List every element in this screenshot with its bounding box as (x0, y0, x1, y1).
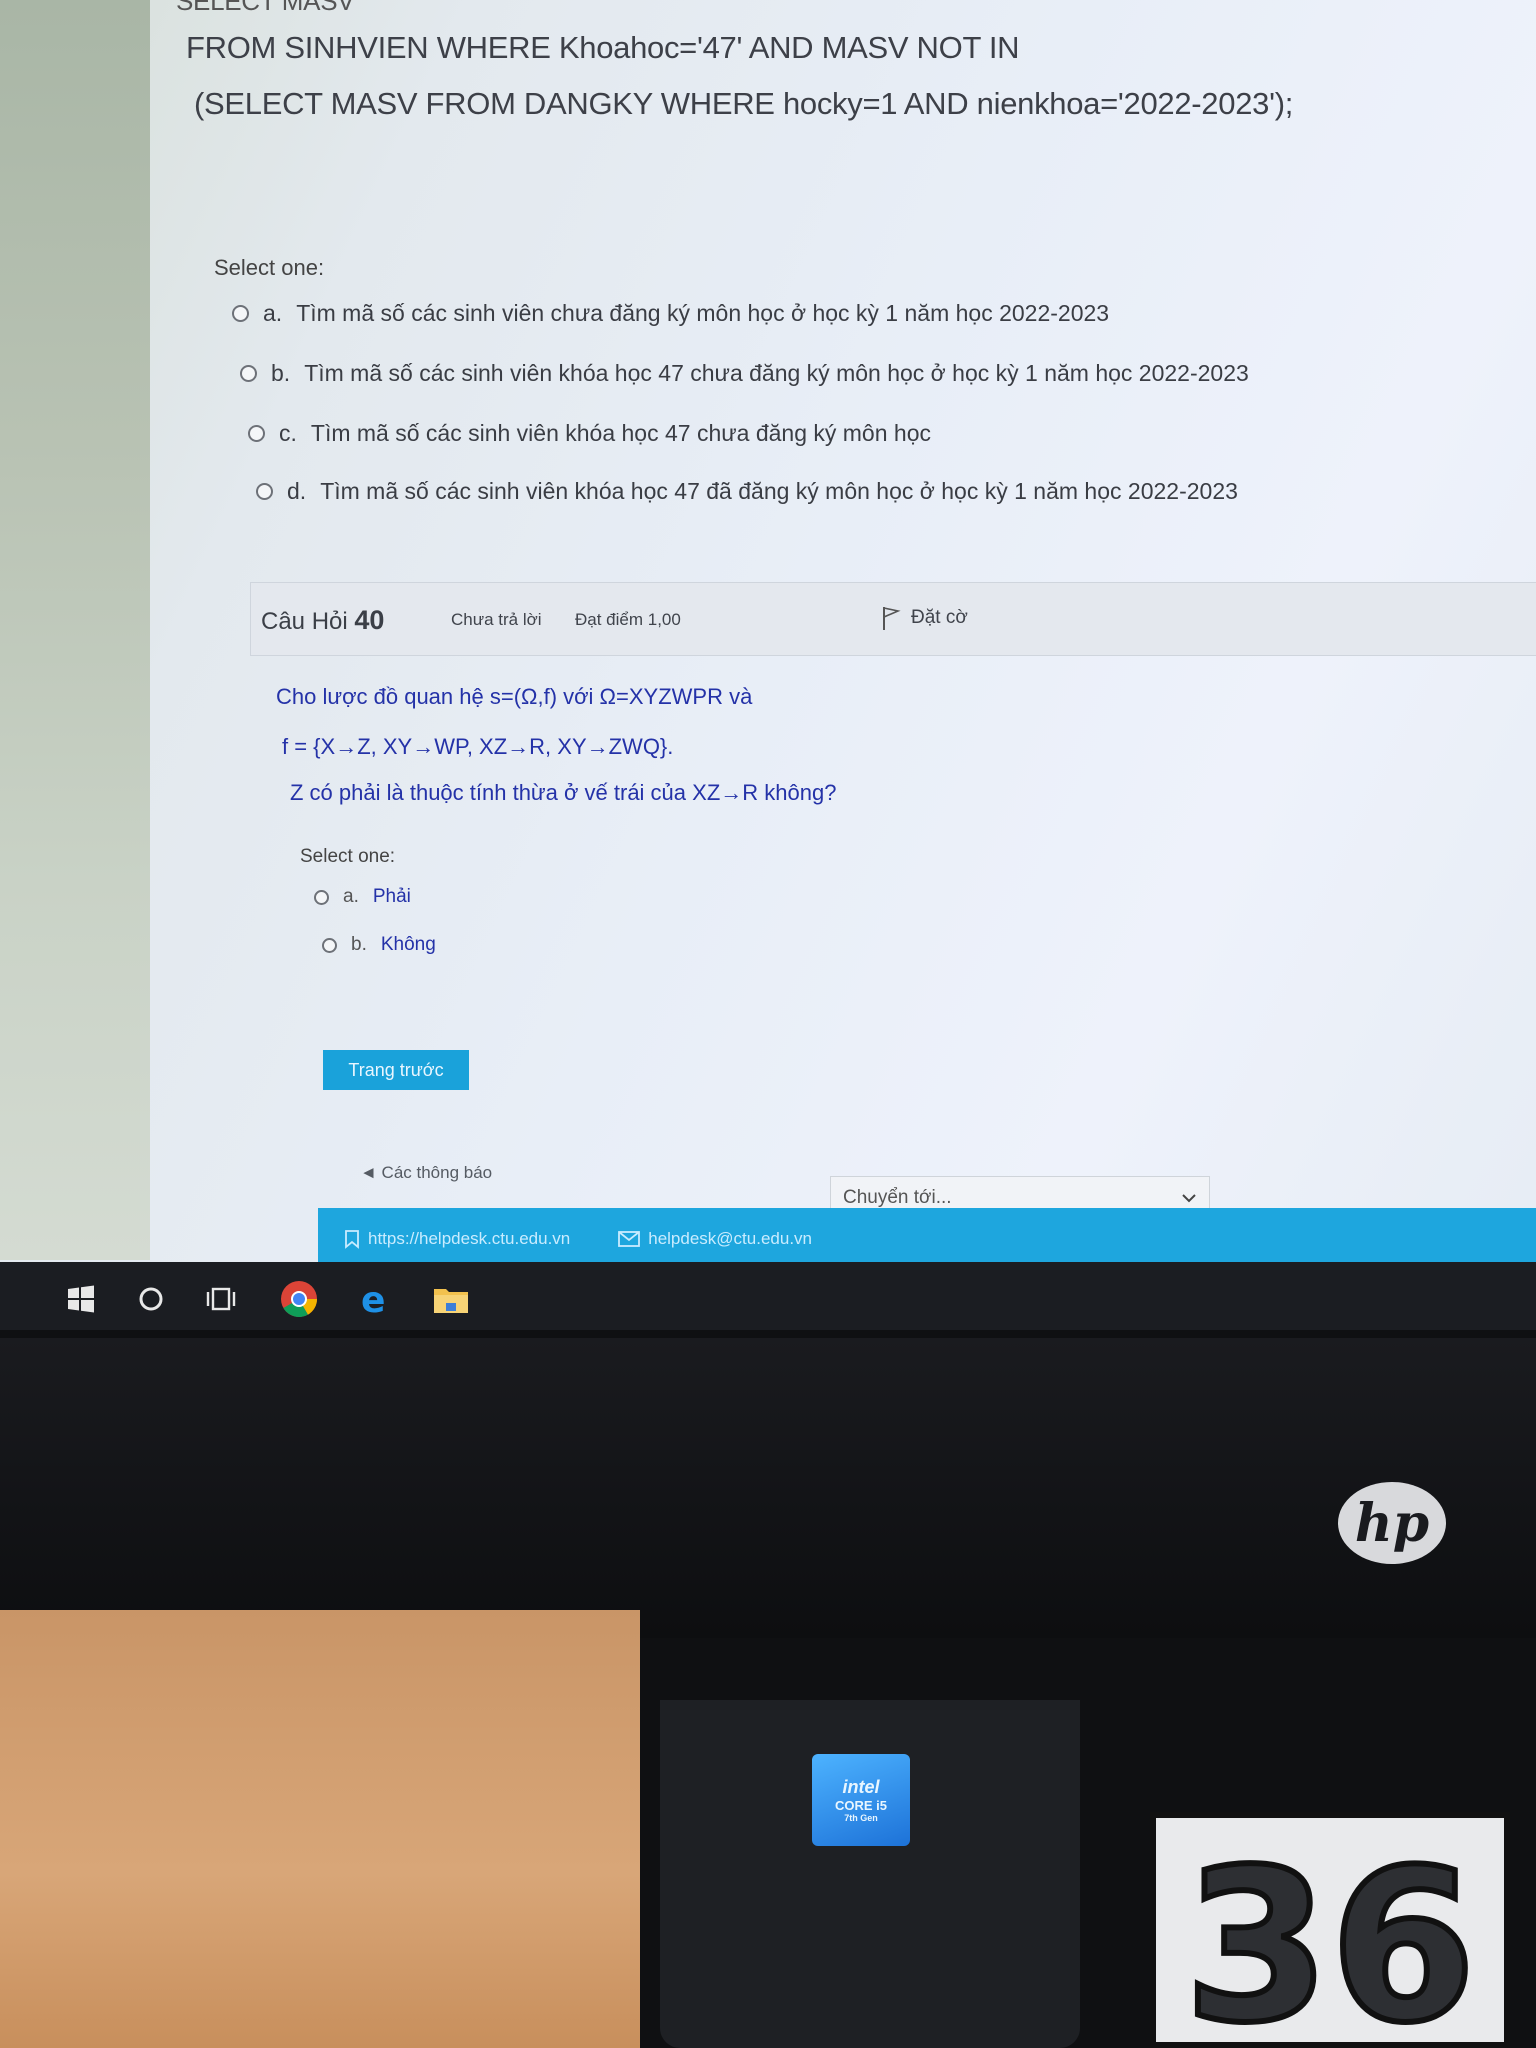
station-number: 36 (1181, 1824, 1479, 2048)
option-letter: c. (279, 420, 297, 446)
intel-model: CORE i5 (834, 1798, 887, 1813)
sql-line-1: SELECT MASV (176, 0, 355, 16)
quiz-page: SELECT MASV FROM SINHVIEN WHERE Khoahoc=… (150, 0, 1536, 1220)
q40-option-b[interactable]: b. Không (322, 934, 436, 956)
intel-sticker: intel CORE i5 7th Gen (812, 1754, 910, 1846)
radio-button[interactable] (232, 305, 249, 322)
q39-select-label: Select one: (214, 255, 325, 280)
radio-button[interactable] (240, 365, 257, 382)
option-letter: a. (263, 300, 283, 326)
windows-taskbar: e (0, 1262, 1536, 1330)
helpdesk-url-link[interactable]: https://helpdesk.ctu.edu.vn (344, 1229, 570, 1249)
q39-option-b[interactable]: b. Tìm mã số các sinh viên khóa học 47 c… (240, 360, 1249, 387)
sql-line-3: (SELECT MASV FROM DANGKY WHERE hocky=1 A… (194, 86, 1294, 121)
question-number: 40 (354, 605, 385, 635)
helpdesk-email-link[interactable]: helpdesk@ctu.edu.vn (618, 1229, 812, 1249)
radio-button[interactable] (248, 425, 265, 442)
intel-gen: 7th Gen (844, 1813, 878, 1823)
question-title-prefix: Câu Hỏi (261, 608, 348, 635)
radio-button[interactable] (314, 889, 329, 905)
question-info-box: Câu Hỏi 40 Chưa trả lời Đạt điểm 1,00 Đặ… (250, 582, 1536, 656)
q39-option-c[interactable]: c. Tìm mã số các sinh viên khóa học 47 c… (248, 420, 931, 447)
chevron-down-icon (1182, 1194, 1196, 1203)
site-footer: https://helpdesk.ctu.edu.vn helpdesk@ctu… (318, 1208, 1536, 1270)
station-number-label: 36 (1150, 1812, 1510, 2048)
option-letter: a. (343, 886, 359, 907)
window-left-edge (0, 0, 150, 1260)
bookmark-icon (345, 1230, 359, 1249)
question-title: Câu Hỏi 40 (261, 605, 384, 636)
q40-option-a[interactable]: a. Phải (314, 886, 411, 908)
helpdesk-email: helpdesk@ctu.edu.vn (648, 1229, 812, 1248)
q39-option-d[interactable]: d. Tìm mã số các sinh viên khóa học 47 đ… (256, 478, 1238, 505)
task-view-icon[interactable] (198, 1276, 244, 1322)
announcements-link[interactable]: ◄ Các thông báo (360, 1163, 492, 1183)
monitor-stand (660, 1700, 1080, 2048)
flag-icon (883, 607, 901, 630)
option-text: Không (380, 934, 436, 955)
question-grade: Đạt điểm 1,00 (575, 610, 681, 629)
previous-page-button[interactable]: Trang trước (323, 1050, 469, 1090)
chrome-icon[interactable] (276, 1276, 322, 1322)
option-text: Tìm mã số các sinh viên khóa học 47 chưa… (310, 420, 931, 446)
question-text-line-2: f = {X→Z, XY→WP, XZ→R, XY→ZWQ}. (282, 734, 674, 759)
jump-to-placeholder: Chuyển tới... (843, 1187, 952, 1208)
flag-question-button[interactable]: Đặt cờ (881, 605, 968, 631)
question-status: Chưa trả lời (451, 610, 542, 629)
option-letter: d. (287, 478, 307, 504)
monitor-screen: SELECT MASV FROM SINHVIEN WHERE Khoahoc=… (0, 0, 1536, 1330)
svg-text:e: e (361, 1281, 385, 1317)
option-text: Tìm mã số các sinh viên khóa học 47 chưa… (304, 360, 1249, 386)
radio-button[interactable] (322, 937, 337, 953)
monitor-bezel (0, 1338, 1536, 1638)
q40-select-label: Select one: (300, 846, 396, 867)
search-icon[interactable] (128, 1276, 174, 1322)
option-letter: b. (351, 934, 367, 955)
option-text: Phải (372, 886, 411, 907)
mail-icon (618, 1231, 641, 1247)
question-text-line-1: Cho lược đồ quan hệ s=(Ω,f) với Ω=XYZWPR… (276, 684, 753, 709)
file-explorer-icon[interactable] (428, 1276, 474, 1322)
intel-brand: intel (842, 1777, 880, 1797)
q39-option-a[interactable]: a. Tìm mã số các sinh viên chưa đăng ký … (232, 300, 1109, 327)
hp-logo: hp (1338, 1482, 1446, 1564)
windows-start-icon[interactable] (58, 1276, 104, 1322)
helpdesk-url: https://helpdesk.ctu.edu.vn (368, 1229, 571, 1248)
wooden-desk (0, 1610, 640, 2048)
sql-line-2: FROM SINHVIEN WHERE Khoahoc='47' AND MAS… (186, 30, 1020, 65)
edge-icon[interactable]: e (352, 1276, 398, 1322)
option-text: Tìm mã số các sinh viên khóa học 47 đã đ… (320, 478, 1238, 504)
flag-label: Đặt cờ (911, 607, 968, 628)
question-text-line-3: Z có phải là thuộc tính thừa ở vế trái c… (290, 780, 837, 805)
radio-button[interactable] (256, 483, 273, 500)
option-letter: b. (271, 360, 291, 386)
option-text: Tìm mã số các sinh viên chưa đăng ký môn… (296, 300, 1110, 326)
